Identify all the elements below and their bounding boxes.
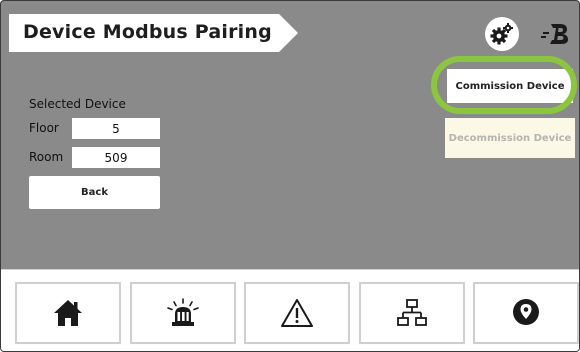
back-button[interactable]: Back <box>29 176 160 209</box>
floor-value: 5 <box>72 118 160 139</box>
brand-logo <box>541 21 571 47</box>
alarm-beacon-icon <box>167 298 199 326</box>
floor-label: Floor <box>29 121 59 135</box>
nav-home-button[interactable] <box>15 282 121 344</box>
home-icon <box>54 300 82 326</box>
bottom-nav <box>1 269 579 351</box>
nav-warning-button[interactable] <box>244 282 350 344</box>
network-icon <box>397 299 427 326</box>
location-pin-icon <box>513 299 539 325</box>
settings-button[interactable] <box>485 17 519 51</box>
warning-icon <box>281 299 313 327</box>
nav-network-button[interactable] <box>359 282 465 344</box>
room-label: Room <box>29 150 64 164</box>
gear-icon <box>490 23 513 45</box>
title-banner: Device Modbus Pairing <box>9 14 299 52</box>
nav-alarm-button[interactable] <box>130 282 236 344</box>
room-value: 509 <box>72 147 160 168</box>
nav-location-button[interactable] <box>473 282 579 344</box>
brand-b-logo-icon <box>541 24 568 44</box>
device-modbus-pairing-screen: Device Modbus Pairing Commission Device … <box>0 0 580 352</box>
selected-device-heading: Selected Device <box>29 97 126 111</box>
page-title: Device Modbus Pairing <box>23 21 272 43</box>
decommission-device-button[interactable]: Decommission Device <box>445 118 575 158</box>
commission-device-button[interactable]: Commission Device <box>447 69 573 103</box>
